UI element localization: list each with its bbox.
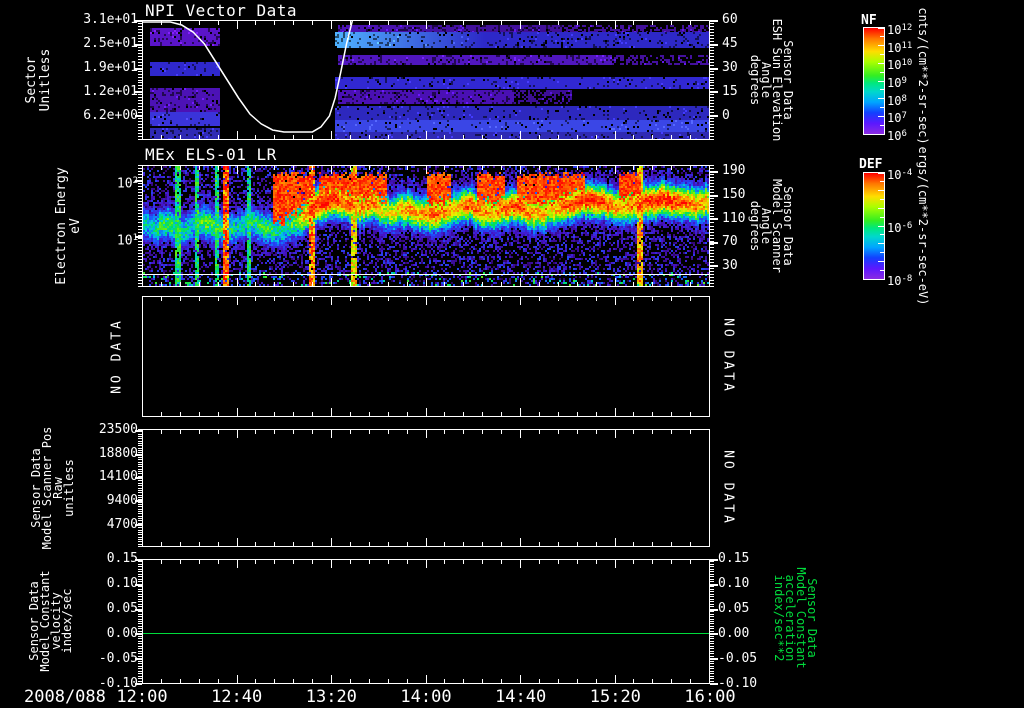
tick-label: 0.15 — [718, 551, 750, 566]
colorbar-tick — [878, 208, 884, 209]
tick-label: 18800 — [98, 445, 138, 461]
colorbar-tick — [878, 98, 884, 99]
tick-label: 1012 — [887, 23, 913, 37]
x-axis-tick-label: 14:40 — [495, 687, 547, 707]
els-right-axis-label: Sensor Data Model Scanner Angle degrees — [748, 179, 795, 273]
colorbar-tick — [880, 217, 884, 218]
tick-label: 0.10 — [106, 576, 138, 591]
colorbar-tick — [880, 252, 884, 253]
colorbar-tick — [880, 54, 884, 55]
tick-label: 0.00 — [718, 626, 750, 641]
colorbar-tick — [878, 116, 884, 117]
colorbar-tick — [878, 190, 884, 191]
panel3-no-data-label-right: NO DATA — [720, 318, 736, 394]
tick-label: 1011 — [887, 40, 913, 55]
els-panel-title: MEx ELS-01 LR — [145, 145, 277, 164]
colorbar-tick — [878, 243, 884, 244]
colorbar-tick — [880, 270, 884, 271]
colorbar-tick — [880, 89, 884, 90]
colorbar-tick — [878, 173, 884, 174]
scanner-pos-panel-canvas — [130, 428, 722, 548]
nf-colorbar-title: NF — [861, 13, 877, 28]
npi-y-axis-label: Sector Unitless — [24, 48, 53, 112]
tick-label: 1.2e+01 — [83, 84, 138, 99]
tick-label: 10-6 — [887, 221, 913, 235]
tick-label: -0.05 — [718, 651, 758, 666]
tick-label: 150 — [722, 186, 746, 202]
tick-label: -0.10 — [718, 676, 758, 691]
nf-colorbar-units: cnts/(cm**2-sr-sec) — [916, 7, 930, 145]
colorbar-tick — [880, 125, 884, 126]
tick-label: 0.05 — [106, 601, 138, 616]
tick-label: 3.1e+01 — [83, 12, 138, 27]
tick-label: 70 — [722, 234, 738, 250]
def-colorbar — [863, 172, 885, 280]
colorbar-tick — [878, 279, 884, 280]
x-axis-tick-label: 15:20 — [589, 687, 641, 707]
colorbar-tick — [880, 234, 884, 235]
def-colorbar-units: ergs/(cm**2-sr-sec-eV) — [916, 146, 930, 306]
colorbar-tick — [878, 63, 884, 64]
tick-label: 190 — [722, 163, 746, 179]
tick-label: 0.00 — [106, 626, 138, 641]
tick-label: 30 — [722, 60, 738, 75]
tick-label: 9400 — [106, 492, 138, 508]
tick-label: 10-4 — [887, 168, 913, 182]
colorbar-tick — [878, 81, 884, 82]
tick-label: 2.5e+01 — [83, 36, 138, 51]
tick-label: 102 — [116, 176, 138, 192]
panel3-no-data-label-left: NO DATA — [109, 318, 125, 394]
colorbar-tick — [878, 134, 884, 135]
x-axis-tick-label: 12:40 — [211, 687, 263, 707]
nf-colorbar — [863, 27, 885, 135]
colorbar-tick — [880, 107, 884, 108]
tick-label: 1010 — [887, 58, 913, 73]
cdaweb-plot-figure: NPI Vector Data MEx ELS-01 LR Sector Uni… — [0, 0, 1024, 708]
tick-label: 4700 — [106, 516, 138, 532]
tick-label: 1.9e+01 — [83, 60, 138, 75]
tick-label: -0.05 — [98, 651, 138, 666]
colorbar-tick — [880, 72, 884, 73]
scanner-pos-no-data-label: NO DATA — [720, 450, 736, 526]
colorbar-tick — [880, 199, 884, 200]
tick-label: 0.15 — [106, 551, 138, 566]
colorbar-tick — [878, 28, 884, 29]
tick-label: 101 — [116, 232, 138, 249]
npi-right-axis-label: Sensor Data ESH Sun Elevation Angle degr… — [748, 18, 795, 142]
x-axis-tick-label: 13:20 — [305, 687, 357, 707]
acceleration-right-axis-label: Sensor Data Model Constant acceleration … — [772, 567, 819, 669]
tick-label: 45 — [722, 36, 738, 51]
tick-label: 109 — [887, 76, 907, 90]
empty-panel-canvas — [130, 295, 722, 418]
els-spectrogram-canvas — [130, 164, 722, 288]
velocity-plot-canvas — [130, 558, 722, 685]
colorbar-tick — [878, 45, 884, 46]
tick-label: 108 — [887, 93, 907, 108]
tick-label: 0 — [722, 108, 730, 123]
tick-label: 110 — [722, 210, 746, 226]
colorbar-tick — [878, 261, 884, 262]
colorbar-tick — [878, 226, 884, 227]
tick-label: 0.10 — [718, 576, 750, 591]
tick-label: 15 — [722, 84, 738, 99]
tick-label: 10-8 — [887, 274, 913, 288]
npi-spectrogram-canvas — [130, 19, 722, 141]
tick-label: 30 — [722, 258, 738, 274]
def-colorbar-title: DEF — [859, 157, 883, 172]
tick-label: 106 — [887, 129, 907, 143]
colorbar-tick — [880, 181, 884, 182]
tick-label: -0.10 — [98, 676, 138, 691]
x-axis-tick-label: 14:00 — [400, 687, 452, 707]
tick-label: 60 — [722, 12, 738, 27]
colorbar-tick — [880, 36, 884, 37]
tick-label: 23500 — [98, 422, 138, 438]
tick-label: 14100 — [98, 469, 138, 485]
npi-panel-title: NPI Vector Data — [145, 1, 297, 20]
tick-label: 107 — [887, 111, 907, 126]
tick-label: 0.05 — [718, 601, 750, 616]
tick-label: 6.2e+00 — [83, 108, 138, 123]
